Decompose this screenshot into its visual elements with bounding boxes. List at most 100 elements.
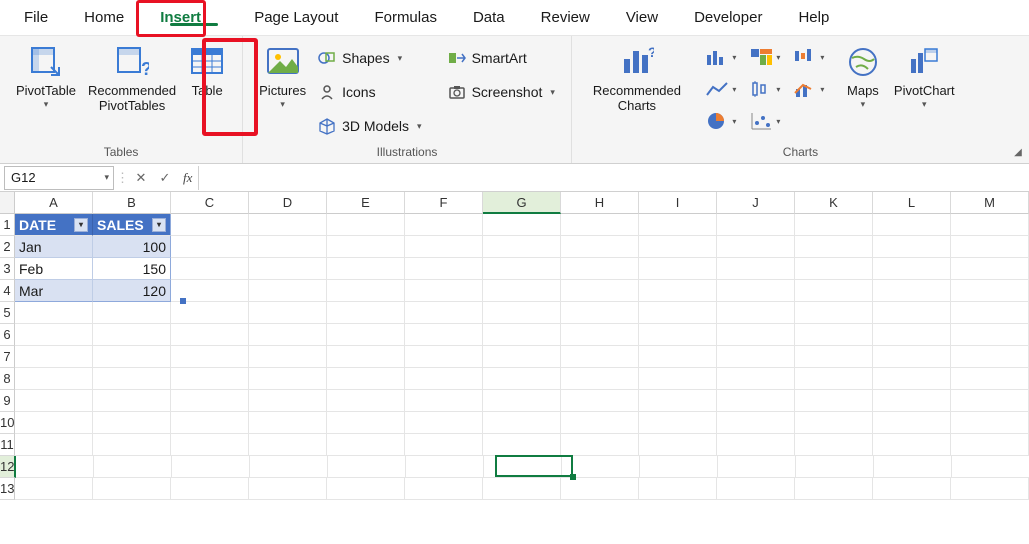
col-header-j[interactable]: J [717, 192, 795, 214]
screenshot-button[interactable]: Screenshot ▾ [442, 78, 561, 106]
cell[interactable] [171, 434, 249, 456]
col-header-a[interactable]: A [15, 192, 93, 214]
cell[interactable] [15, 478, 93, 500]
col-header-f[interactable]: F [405, 192, 483, 214]
cell[interactable] [562, 456, 640, 478]
column-chart-button[interactable]: ▾ [700, 42, 742, 72]
table-header-sales[interactable]: SALES ▾ [93, 214, 171, 236]
cell[interactable] [640, 456, 718, 478]
cancel-formula-button[interactable]: ✕ [129, 166, 153, 190]
cell[interactable] [951, 280, 1029, 302]
row-header-5[interactable]: 5 [0, 302, 15, 324]
maps-button[interactable]: Maps ▾ [838, 42, 888, 143]
cell[interactable] [171, 214, 249, 236]
cell[interactable] [951, 214, 1029, 236]
cell[interactable] [717, 214, 795, 236]
cell[interactable] [405, 258, 483, 280]
cell[interactable] [795, 258, 873, 280]
cell[interactable] [405, 368, 483, 390]
cell-b2[interactable]: 100 [93, 236, 171, 258]
row-header-4[interactable]: 4 [0, 280, 15, 302]
cell[interactable] [873, 478, 951, 500]
cell[interactable] [639, 236, 717, 258]
cell-a2[interactable]: Jan [15, 236, 93, 258]
row-header-1[interactable]: 1 [0, 214, 15, 236]
cell[interactable] [717, 324, 795, 346]
row-header-7[interactable]: 7 [0, 346, 15, 368]
cell[interactable] [15, 368, 93, 390]
tab-review[interactable]: Review [523, 1, 608, 34]
cell[interactable] [951, 434, 1029, 456]
cell[interactable] [93, 478, 171, 500]
statistic-chart-button[interactable]: ▾ [744, 74, 786, 104]
cell[interactable] [405, 302, 483, 324]
cell[interactable] [873, 280, 951, 302]
cell[interactable] [951, 346, 1029, 368]
cell[interactable] [795, 368, 873, 390]
cell[interactable] [561, 236, 639, 258]
cell[interactable] [483, 280, 561, 302]
cell[interactable] [951, 368, 1029, 390]
cell[interactable] [951, 390, 1029, 412]
cell[interactable] [795, 236, 873, 258]
col-header-m[interactable]: M [951, 192, 1029, 214]
row-header-6[interactable]: 6 [0, 324, 15, 346]
cell[interactable] [717, 478, 795, 500]
scatter-chart-button[interactable]: ▾ [744, 106, 786, 136]
cell[interactable] [405, 478, 483, 500]
tab-view[interactable]: View [608, 1, 676, 34]
cell[interactable] [250, 456, 328, 478]
cell[interactable] [951, 478, 1029, 500]
cell[interactable] [93, 412, 171, 434]
charts-dialog-launcher[interactable]: ◢ [1011, 145, 1025, 159]
cell[interactable] [718, 456, 796, 478]
row-header-13[interactable]: 13 [0, 478, 15, 500]
cell[interactable] [171, 478, 249, 500]
cell[interactable] [171, 258, 249, 280]
cell[interactable] [483, 390, 561, 412]
cell[interactable] [717, 346, 795, 368]
cell[interactable] [249, 214, 327, 236]
cell[interactable] [483, 214, 561, 236]
icons-button[interactable]: Icons [312, 78, 427, 106]
line-chart-button[interactable]: ▾ [700, 74, 742, 104]
cell[interactable] [249, 302, 327, 324]
cell[interactable] [873, 214, 951, 236]
cell[interactable] [796, 456, 874, 478]
cell[interactable] [561, 280, 639, 302]
fx-icon[interactable]: fx [177, 170, 198, 186]
cell[interactable] [249, 236, 327, 258]
cell[interactable] [15, 390, 93, 412]
col-header-i[interactable]: I [639, 192, 717, 214]
cell[interactable] [327, 324, 405, 346]
cell[interactable] [873, 258, 951, 280]
cell[interactable] [874, 456, 952, 478]
table-header-date[interactable]: DATE ▾ [15, 214, 93, 236]
cell[interactable] [873, 236, 951, 258]
cell[interactable] [795, 302, 873, 324]
cell[interactable] [717, 302, 795, 324]
cell[interactable] [639, 280, 717, 302]
pivotchart-button[interactable]: PivotChart ▾ [888, 42, 961, 143]
tab-developer[interactable]: Developer [676, 1, 780, 34]
cell[interactable] [483, 302, 561, 324]
cell[interactable] [483, 478, 561, 500]
row-header-8[interactable]: 8 [0, 368, 15, 390]
cell[interactable] [795, 214, 873, 236]
tab-home[interactable]: Home [66, 1, 142, 34]
cell[interactable] [171, 302, 249, 324]
cell-b4[interactable]: 120 [93, 280, 171, 302]
smartart-button[interactable]: SmartArt [442, 44, 561, 72]
enter-formula-button[interactable]: ✓ [153, 166, 177, 190]
cell[interactable] [327, 280, 405, 302]
cell[interactable] [561, 324, 639, 346]
cell[interactable] [873, 302, 951, 324]
cell[interactable] [717, 280, 795, 302]
tab-data[interactable]: Data [455, 1, 523, 34]
cell[interactable] [951, 324, 1029, 346]
cell[interactable] [405, 214, 483, 236]
cell[interactable] [249, 258, 327, 280]
cell[interactable] [15, 302, 93, 324]
cell[interactable] [561, 412, 639, 434]
cell[interactable] [639, 478, 717, 500]
